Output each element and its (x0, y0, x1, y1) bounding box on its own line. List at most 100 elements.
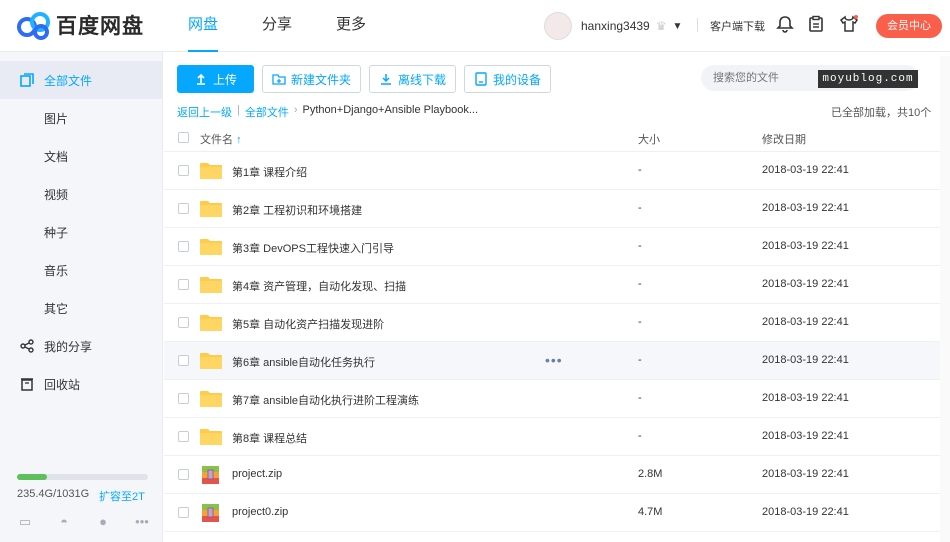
breadcrumb-back-link[interactable]: 返回上一级 (177, 104, 232, 120)
sidebar-item-all-files[interactable]: 全部文件 (0, 61, 163, 99)
file-name[interactable]: 第6章 ansible自动化任务执行 (232, 354, 375, 370)
more-actions-icon[interactable]: ••• (545, 352, 563, 368)
file-table-header: 文件名 ↑ 大小 修改日期 (164, 124, 940, 152)
watermark: moyublog.com (818, 70, 918, 88)
scrollbar[interactable] (940, 56, 950, 542)
column-header-date[interactable]: 修改日期 (762, 131, 806, 147)
row-checkbox[interactable] (178, 355, 189, 366)
file-name[interactable]: 第4章 资产管理，自动化发现、扫描 (232, 278, 406, 294)
file-date: 2018-03-19 22:41 (762, 278, 849, 290)
sidebar-item-other[interactable]: 其它 (0, 289, 163, 327)
files-icon (20, 73, 34, 87)
file-date: 2018-03-19 22:41 (762, 354, 849, 366)
bell-icon[interactable] (776, 15, 794, 33)
my-devices-button[interactable]: 我的设备 (464, 65, 552, 93)
sidebar-item-torrents[interactable]: 种子 (0, 213, 163, 251)
sidebar-item-label: 全部文件 (44, 73, 93, 88)
table-row[interactable]: 第2章 工程初识和环境搭建 - 2018-03-19 22:41 (164, 190, 940, 228)
folder-icon (200, 277, 222, 293)
folder-icon (200, 315, 222, 331)
user-menu[interactable]: hanxing3439 ♛ ▼ (544, 12, 682, 40)
table-row[interactable]: 第1章 课程介绍 - 2018-03-19 22:41 (164, 152, 940, 190)
row-checkbox[interactable] (178, 393, 189, 404)
sidebar-item-label: 种子 (44, 225, 69, 240)
main-nav: 网盘 分享 更多 (188, 0, 410, 52)
offline-download-button[interactable]: 离线下载 (369, 65, 457, 93)
file-date: 2018-03-19 22:41 (762, 202, 849, 214)
table-row[interactable]: 第3章 DevOPS工程快速入门引导 - 2018-03-19 22:41 (164, 228, 940, 266)
file-size: - (638, 354, 642, 366)
my-devices-label: 我的设备 (493, 72, 542, 87)
file-size: - (638, 278, 642, 290)
sidebar-item-images[interactable]: 图片 (0, 99, 163, 137)
file-date: 2018-03-19 22:41 (762, 164, 849, 176)
nav-share[interactable]: 分享 (262, 0, 292, 52)
username[interactable]: hanxing3439 (581, 19, 650, 33)
zip-file-icon (202, 466, 219, 484)
baidu-netdisk-logo[interactable]: 百度网盘 (16, 10, 144, 40)
more-platforms-icon[interactable]: ••• (134, 514, 150, 530)
sidebar-item-videos[interactable]: 视频 (0, 175, 163, 213)
breadcrumb-arrow-icon: › (293, 104, 298, 116)
row-checkbox[interactable] (178, 469, 189, 480)
storage-usage-text: 235.4G/1031G (17, 488, 90, 500)
upload-button[interactable]: 上传 (177, 65, 255, 93)
file-name[interactable]: 第2章 工程初识和环境搭建 (232, 202, 362, 218)
android-icon[interactable]: ◓ (56, 514, 72, 530)
table-row[interactable]: 第7章 ansible自动化执行进阶工程演练 - 2018-03-19 22:41 (164, 380, 940, 418)
chevron-down-icon[interactable]: ▼ (673, 21, 683, 32)
file-date: 2018-03-19 22:41 (762, 392, 849, 404)
file-name[interactable]: 第3章 DevOPS工程快速入门引导 (232, 240, 394, 256)
file-name[interactable]: 第8章 课程总结 (232, 430, 307, 446)
nav-netdisk[interactable]: 网盘 (188, 0, 219, 52)
breadcrumb: 返回上一级 | 全部文件 › Python+Django+Ansible Pla… (177, 104, 478, 120)
nav-more[interactable]: 更多 (336, 0, 366, 52)
row-checkbox[interactable] (178, 203, 189, 214)
row-checkbox[interactable] (178, 317, 189, 328)
file-name[interactable]: project0.zip (232, 506, 288, 518)
sidebar-item-music[interactable]: 音乐 (0, 251, 163, 289)
desktop-icon[interactable]: ▭ (17, 514, 33, 530)
sidebar-item-recycle-bin[interactable]: 回收站 (0, 365, 163, 403)
table-row[interactable]: 第8章 课程总结 - 2018-03-19 22:41 (164, 418, 940, 456)
avatar[interactable] (544, 12, 572, 40)
row-checkbox[interactable] (178, 241, 189, 252)
file-name[interactable]: project.zip (232, 468, 282, 480)
file-name[interactable]: 第1章 课程介绍 (232, 164, 307, 180)
row-checkbox[interactable] (178, 507, 189, 518)
file-name[interactable]: 第7章 ansible自动化执行进阶工程演练 (232, 392, 419, 408)
column-header-size[interactable]: 大小 (638, 131, 660, 147)
row-checkbox[interactable] (178, 165, 189, 176)
table-row[interactable]: 第6章 ansible自动化任务执行 ••• - 2018-03-19 22:41 (164, 342, 940, 380)
clipboard-icon[interactable] (807, 15, 825, 33)
sidebar-item-label: 回收站 (44, 377, 81, 392)
folder-icon (200, 163, 222, 179)
sidebar-item-label: 文档 (44, 149, 69, 164)
file-size: - (638, 316, 642, 328)
file-name[interactable]: 第5章 自动化资产扫描发现进阶 (232, 316, 384, 332)
table-row[interactable]: 第4章 资产管理，自动化发现、扫描 - 2018-03-19 22:41 (164, 266, 940, 304)
sidebar: 全部文件 图片 文档 视频 种子 音乐 其它 我的分享 回收站 235.4G/1… (0, 52, 163, 542)
tshirt-icon[interactable] (840, 15, 858, 33)
vip-crown-icon: ♛ (655, 19, 667, 33)
apple-icon[interactable]: ● (95, 514, 111, 530)
sidebar-item-documents[interactable]: 文档 (0, 137, 163, 175)
file-size: - (638, 392, 642, 404)
client-download-link[interactable]: 客户端下载 (710, 18, 765, 34)
table-row[interactable]: project0.zip 4.7M 2018-03-19 22:41 (164, 494, 940, 532)
breadcrumb-all-files-link[interactable]: 全部文件 (245, 104, 289, 120)
table-row[interactable]: project.zip 2.8M 2018-03-19 22:41 (164, 456, 940, 494)
table-row[interactable]: 第5章 自动化资产扫描发现进阶 - 2018-03-19 22:41 (164, 304, 940, 342)
expand-storage-link[interactable]: 扩容至2T (99, 488, 145, 504)
row-checkbox[interactable] (178, 279, 189, 290)
file-date: 2018-03-19 22:41 (762, 430, 849, 442)
sidebar-item-label: 图片 (44, 111, 69, 126)
row-checkbox[interactable] (178, 431, 189, 442)
select-all-checkbox[interactable] (178, 132, 189, 143)
sidebar-item-my-shares[interactable]: 我的分享 (0, 327, 163, 365)
device-icon (475, 72, 487, 86)
column-header-name[interactable]: 文件名 ↑ (200, 131, 242, 147)
zip-file-icon (202, 504, 219, 522)
vip-center-button[interactable]: 会员中心 (876, 14, 942, 38)
new-folder-button[interactable]: 新建文件夹 (262, 65, 362, 93)
